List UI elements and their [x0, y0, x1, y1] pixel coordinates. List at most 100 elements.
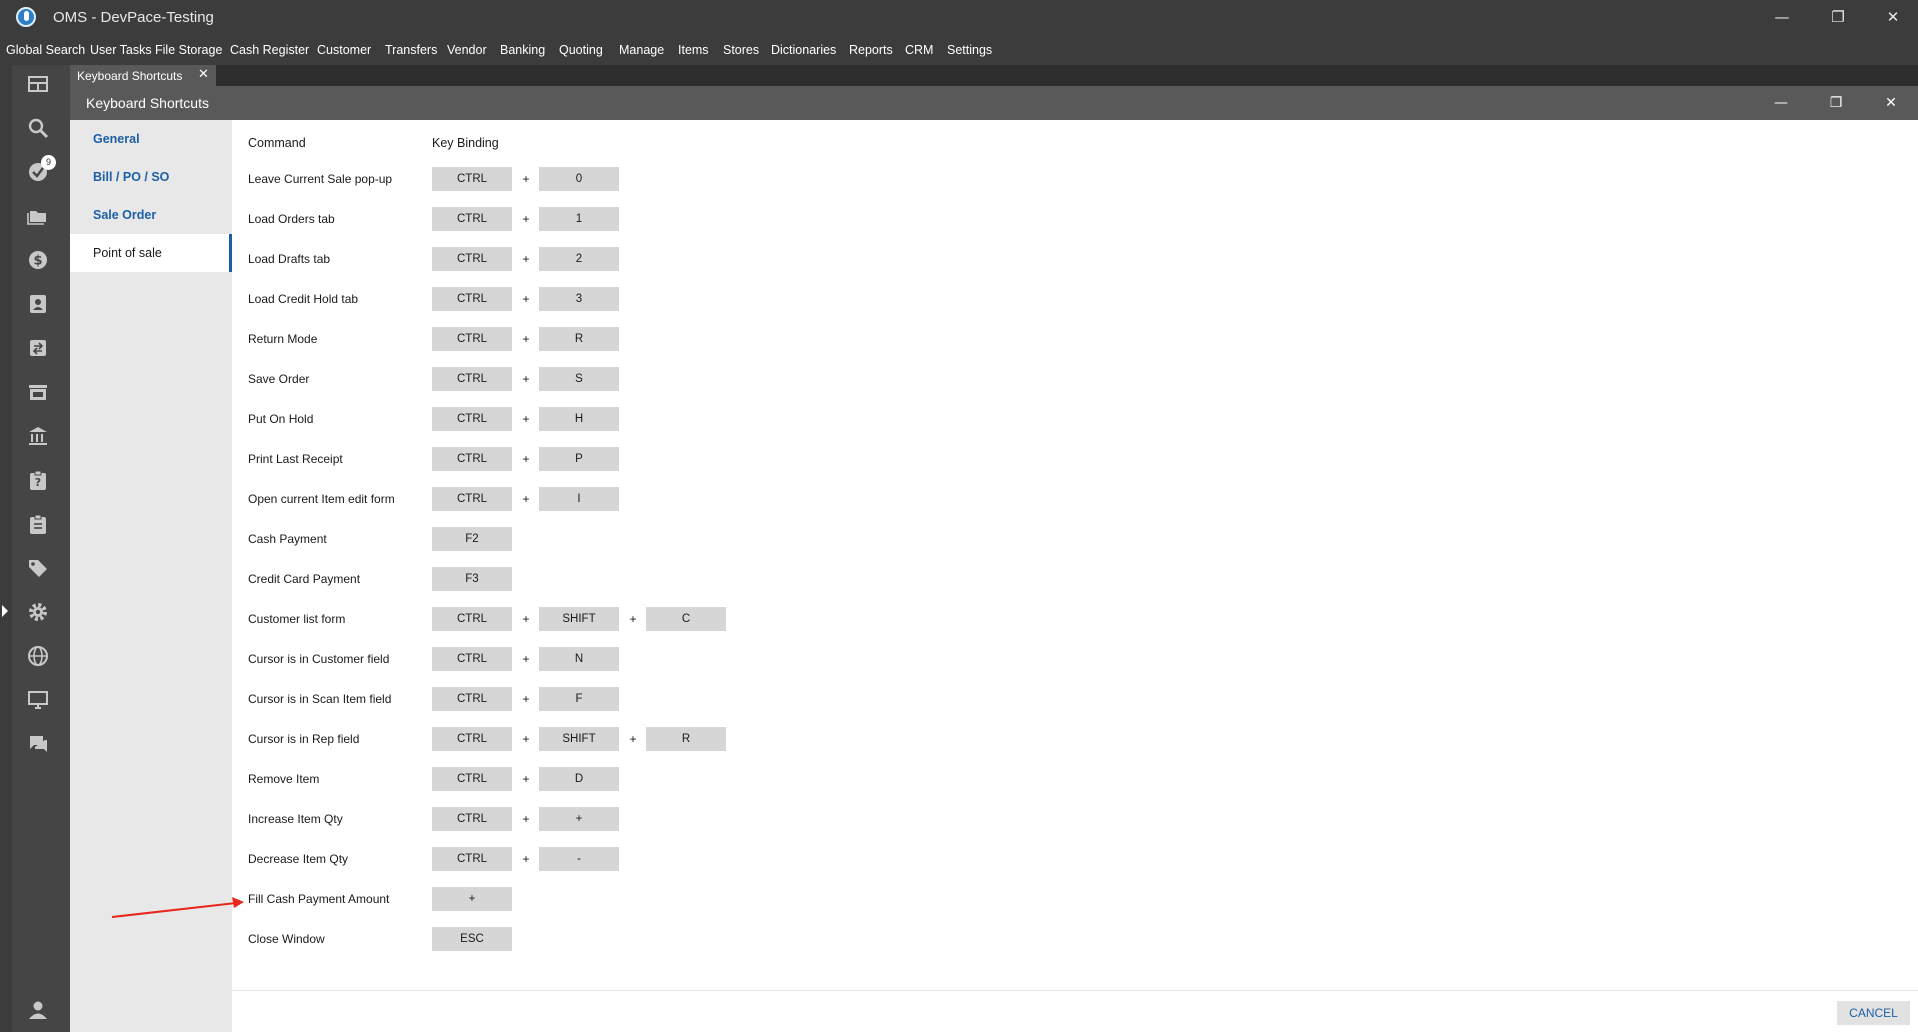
menu-customer[interactable]: Customer [317, 43, 371, 57]
shortcut-row: Fill Cash Payment Amount + [232, 887, 932, 911]
key-binding-button[interactable]: C [646, 607, 726, 631]
menu-global-search[interactable]: Global Search [6, 43, 85, 57]
key-binding-button[interactable]: D [539, 767, 619, 791]
key-binding-button[interactable]: CTRL [432, 327, 512, 351]
key-binding-button[interactable]: 1 [539, 207, 619, 231]
menu-transfers[interactable]: Transfers [385, 43, 437, 57]
key-binding-button[interactable]: SHIFT [539, 727, 619, 751]
key-binding-button[interactable]: CTRL [432, 607, 512, 631]
nav-item-general[interactable]: General [70, 120, 232, 158]
tab-keyboard-shortcuts[interactable]: Keyboard Shortcuts ✕ [70, 65, 216, 86]
key-binding-button[interactable]: 0 [539, 167, 619, 191]
key-binding-button[interactable]: F3 [432, 567, 512, 591]
monitor-icon[interactable] [27, 689, 49, 711]
shortcut-row: Cursor is in Customer field CTRL + N [232, 647, 932, 671]
key-binding-button[interactable]: N [539, 647, 619, 671]
key-binding-button[interactable]: + [432, 887, 512, 911]
dashboard-icon[interactable] [27, 73, 49, 95]
dialog-title: Keyboard Shortcuts [86, 95, 209, 111]
search-icon[interactable] [27, 117, 49, 139]
transfers-icon[interactable] [27, 337, 49, 359]
menu-reports[interactable]: Reports [849, 43, 893, 57]
key-binding-button[interactable]: F [539, 687, 619, 711]
key-binding-button[interactable]: CTRL [432, 167, 512, 191]
command-label: Load Orders tab [248, 212, 335, 226]
key-binding-button[interactable]: R [539, 327, 619, 351]
key-binding-button[interactable]: 3 [539, 287, 619, 311]
key-binding-button[interactable]: CTRL [432, 727, 512, 751]
plus-separator: + [522, 172, 530, 186]
dialog-minimize-icon[interactable]: — [1766, 93, 1796, 113]
key-binding-button[interactable]: R [646, 727, 726, 751]
plus-separator: + [522, 412, 530, 426]
bank-icon[interactable] [27, 425, 49, 447]
globe-icon[interactable] [27, 645, 49, 667]
gear-icon[interactable] [27, 601, 49, 623]
key-binding-button[interactable]: CTRL [432, 807, 512, 831]
key-binding-button[interactable]: 2 [539, 247, 619, 271]
title-bar: OMS - DevPace-Testing — ❐ ✕ [0, 0, 1918, 34]
menu-banking[interactable]: Banking [500, 43, 545, 57]
plus-separator: + [629, 612, 637, 626]
menu-file-storage[interactable]: File Storage [155, 43, 222, 57]
shortcut-category-nav: General Bill / PO / SO Sale Order Point … [70, 120, 232, 1032]
shortcut-row: Put On Hold CTRL + H [232, 407, 932, 431]
menu-stores[interactable]: Stores [723, 43, 759, 57]
tag-icon[interactable] [27, 557, 49, 579]
command-label: Credit Card Payment [248, 572, 361, 586]
shortcut-row: Cursor is in Scan Item field CTRL + F [232, 687, 932, 711]
menu-settings[interactable]: Settings [947, 43, 992, 57]
restore-icon[interactable]: ❐ [1821, 6, 1855, 28]
key-binding-button[interactable]: I [539, 487, 619, 511]
key-binding-button[interactable]: P [539, 447, 619, 471]
shortcut-row: Load Orders tab CTRL +1 [232, 207, 932, 231]
menu-items[interactable]: Items [678, 43, 709, 57]
key-binding-button[interactable]: F2 [432, 527, 512, 551]
key-binding-button[interactable]: + [539, 807, 619, 831]
key-binding-button[interactable]: CTRL [432, 487, 512, 511]
plus-separator: + [629, 732, 637, 746]
nav-item-sale-order[interactable]: Sale Order [70, 196, 232, 234]
key-binding-button[interactable]: S [539, 367, 619, 391]
clipboard-list-icon[interactable] [27, 513, 49, 535]
key-binding-button[interactable]: CTRL [432, 647, 512, 671]
clipboard-question-icon[interactable]: ? [27, 469, 49, 491]
rail-expand-icon[interactable] [2, 605, 8, 617]
key-binding-button[interactable]: CTRL [432, 447, 512, 471]
key-binding-button[interactable]: CTRL [432, 767, 512, 791]
nav-item-bill-po-so[interactable]: Bill / PO / SO [70, 158, 232, 196]
key-binding-button[interactable]: SHIFT [539, 607, 619, 631]
key-binding-button[interactable]: CTRL [432, 287, 512, 311]
key-binding-button[interactable]: H [539, 407, 619, 431]
shortcut-row: Remove Item CTRL + D [232, 767, 932, 791]
key-binding-button[interactable]: CTRL [432, 847, 512, 871]
contact-card-icon[interactable] [27, 293, 49, 315]
tab-close-icon[interactable]: ✕ [198, 67, 209, 82]
menu-quoting[interactable]: Quoting [559, 43, 603, 57]
key-binding-button[interactable]: CTRL [432, 407, 512, 431]
menu-crm[interactable]: CRM [905, 43, 933, 57]
dialog-restore-icon[interactable]: ❐ [1821, 93, 1851, 113]
minimize-icon[interactable]: — [1765, 6, 1799, 28]
key-binding-button[interactable]: CTRL [432, 247, 512, 271]
menu-dictionaries[interactable]: Dictionaries [771, 43, 836, 57]
dialog-close-icon[interactable]: ✕ [1876, 93, 1906, 113]
folder-icon[interactable] [27, 205, 49, 227]
nav-item-point-of-sale[interactable]: Point of sale [70, 234, 232, 272]
chat-icon[interactable] [27, 733, 49, 755]
key-binding-button[interactable]: CTRL [432, 367, 512, 391]
user-icon[interactable] [27, 999, 49, 1021]
close-icon[interactable]: ✕ [1876, 6, 1910, 28]
cancel-button[interactable]: CANCEL [1837, 1001, 1910, 1025]
key-binding-button[interactable]: - [539, 847, 619, 871]
key-binding-button[interactable]: CTRL [432, 207, 512, 231]
plus-separator: + [522, 212, 530, 226]
menu-vendor[interactable]: Vendor [447, 43, 487, 57]
dollar-icon[interactable]: $ [27, 249, 49, 271]
menu-cash-register[interactable]: Cash Register [230, 43, 309, 57]
store-icon[interactable] [27, 381, 49, 403]
key-binding-button[interactable]: ESC [432, 927, 512, 951]
key-binding-button[interactable]: CTRL [432, 687, 512, 711]
menu-user-tasks[interactable]: User Tasks [90, 43, 152, 57]
menu-manage[interactable]: Manage [619, 43, 664, 57]
